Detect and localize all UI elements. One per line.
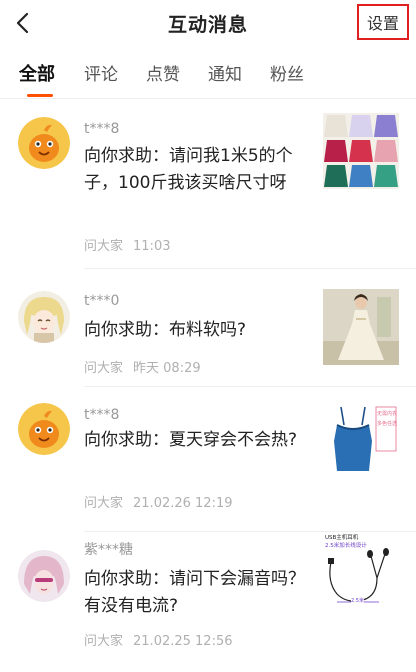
pink-hair-avatar-icon [18, 550, 70, 602]
avatar[interactable] [18, 291, 70, 343]
username[interactable]: t***8 [84, 407, 119, 423]
pleated-skirts-thumbnail-icon [323, 113, 399, 189]
avatar[interactable] [18, 403, 70, 455]
message-item[interactable]: 紫***糖 向你求助：请问下会漏音吗？有没有电流? 问大家 21.02.25 12… [0, 532, 416, 672]
orange-mascot-avatar-icon [18, 403, 70, 455]
header-bar: 互动消息 设置 [0, 0, 416, 46]
message-list: t***8 向你求助：请问我1米5的个子，100斤我该买啥尺寸呀 问大家 11:0… [0, 99, 416, 672]
message-meta: 问大家 21.02.26 12:19 [84, 492, 233, 511]
camisole-tag: 无需内衣 多色任选 [377, 409, 397, 429]
message-item[interactable]: t***0 向你求助：布料软吗? 问大家 昨天 08:29 [0, 269, 416, 387]
message-meta: 问大家 11:03 [84, 235, 170, 254]
timestamp: 11:03 [133, 239, 171, 254]
message-meta: 问大家 昨天 08:29 [84, 357, 201, 376]
usb-earphones-thumbnail-icon [328, 548, 389, 603]
product-thumbnail[interactable]: 无需内衣 多色任选 [323, 401, 399, 477]
source-label: 问大家 [84, 361, 124, 376]
white-dress-model-thumbnail-icon [323, 289, 399, 365]
username[interactable]: t***0 [84, 293, 119, 309]
product-thumbnail[interactable] [323, 113, 399, 189]
tab-comments[interactable]: 评论 [84, 60, 118, 85]
product-thumbnail[interactable]: USB主机耳机 2.5米加长线设计 2.5米 [323, 532, 399, 608]
message-item[interactable]: t***8 向你求助：夏天穿会不会热? 问大家 21.02.26 12:19 无需… [0, 387, 416, 532]
tab-fans[interactable]: 粉丝 [270, 60, 304, 85]
question-text[interactable]: 向你求助：请问我1米5的个子，100斤我该买啥尺寸呀 [84, 143, 310, 197]
settings-button[interactable]: 设置 [357, 4, 409, 40]
message-meta: 问大家 21.02.25 12:56 [84, 630, 233, 649]
message-item[interactable]: t***8 向你求助：请问我1米5的个子，100斤我该买啥尺寸呀 问大家 11:0… [0, 99, 416, 269]
username[interactable]: 紫***糖 [84, 539, 133, 559]
orange-mascot-avatar-icon [18, 117, 70, 169]
tab-likes[interactable]: 点赞 [146, 60, 180, 85]
timestamp: 21.02.26 12:19 [133, 496, 233, 511]
avatar[interactable] [18, 117, 70, 169]
username[interactable]: t***8 [84, 121, 119, 137]
earphone-length-label: 2.5米 [351, 598, 364, 605]
tab-all[interactable]: 全部 [19, 60, 55, 86]
active-tab-indicator [27, 94, 53, 97]
page-title: 互动消息 [167, 14, 248, 36]
product-thumbnail[interactable] [323, 289, 399, 365]
question-text[interactable]: 向你求助：请问下会漏音吗？有没有电流? [84, 566, 310, 620]
question-text[interactable]: 向你求助：布料软吗? [84, 317, 310, 344]
source-label: 问大家 [84, 239, 124, 254]
timestamp: 昨天 08:29 [133, 361, 201, 376]
question-text[interactable]: 向你求助：夏天穿会不会热? [84, 427, 310, 454]
anime-girl-avatar-icon [18, 291, 70, 343]
source-label: 问大家 [84, 634, 124, 649]
timestamp: 21.02.25 12:56 [133, 634, 233, 649]
source-label: 问大家 [84, 496, 124, 511]
avatar[interactable] [18, 550, 70, 602]
tab-bar: 全部 评论 点赞 通知 粉丝 [0, 48, 416, 99]
camisole-tag-line: 无需内衣 [377, 411, 398, 417]
camisole-tag-line: 多色任选 [377, 421, 398, 427]
tab-notifications[interactable]: 通知 [208, 60, 242, 85]
